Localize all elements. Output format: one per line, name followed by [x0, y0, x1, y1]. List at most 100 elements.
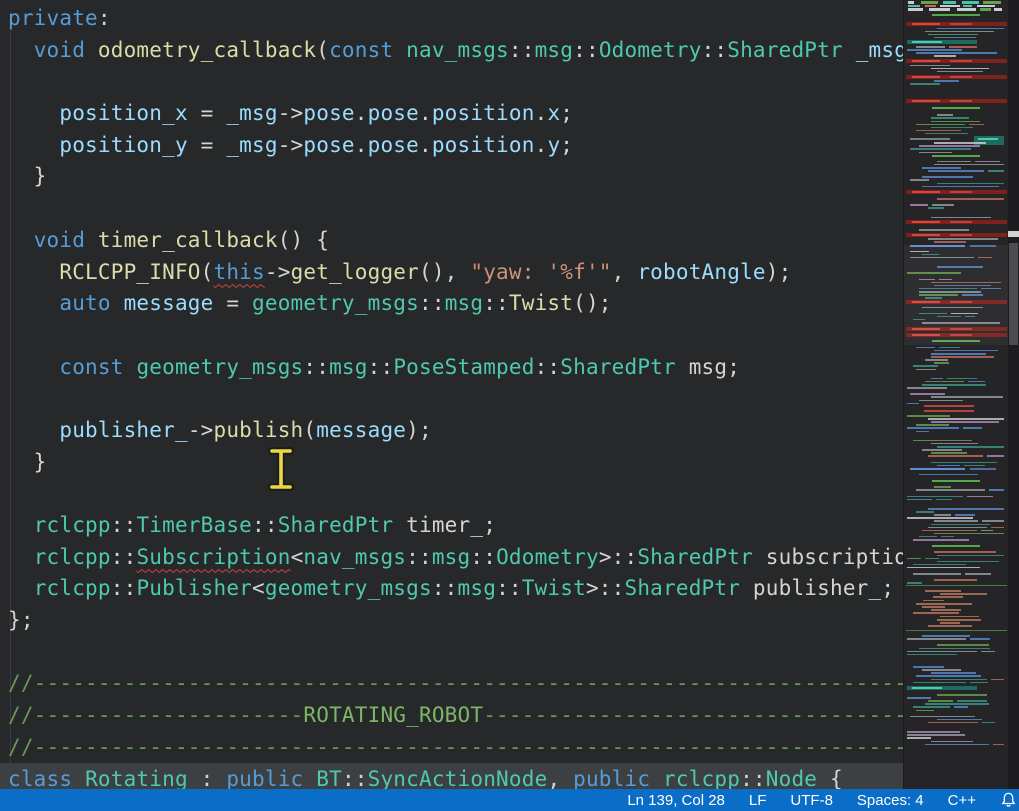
minimap-line	[916, 710, 934, 712]
code-line[interactable]: const geometry_msgs::msg::PoseStamped::S…	[0, 352, 903, 384]
minimap-line	[912, 191, 940, 193]
status-item-eol[interactable]: LF	[749, 792, 767, 809]
code-line[interactable]: rclcpp::Subscription<nav_msgs::msg::Odom…	[0, 542, 903, 574]
code-line[interactable]	[0, 478, 903, 510]
minimap-line	[916, 424, 949, 426]
code-line[interactable]	[0, 320, 903, 352]
minimap-line	[964, 465, 985, 467]
code-line[interactable]: auto message = geometry_msgs::msg::Twist…	[0, 288, 903, 320]
editor: private: void odometry_callback(const na…	[0, 0, 1019, 789]
minimap-line	[991, 527, 1004, 529]
minimap-line	[937, 561, 999, 563]
minimap-line	[962, 1, 980, 4]
minimap-line	[950, 100, 972, 102]
minimap-line	[982, 722, 995, 724]
code-line[interactable]: //---------------------ROTATING_ROBOT---…	[0, 700, 903, 732]
minimap-line	[950, 23, 972, 25]
minimap-line	[931, 462, 997, 464]
code-line[interactable]: rclcpp::TimerBase::SharedPtr timer_;	[0, 510, 903, 542]
minimap-line	[963, 427, 982, 429]
code-line[interactable]: rclcpp::Publisher<geometry_msgs::msg::Tw…	[0, 573, 903, 605]
minimap-line	[908, 5, 920, 8]
status-item-cursor-position[interactable]: Ln 139, Col 28	[627, 792, 725, 809]
code-line[interactable]: RCLCPP_INFO(this->get_logger(), "yaw: '%…	[0, 257, 903, 289]
minimap-line	[919, 145, 980, 147]
minimap-line	[965, 573, 992, 575]
minimap-line	[931, 117, 969, 119]
minimap-line	[937, 555, 1004, 557]
minimap-line	[913, 682, 966, 684]
status-item-encoding[interactable]: UTF-8	[790, 792, 833, 809]
code-line[interactable]: //--------------------------------------…	[0, 732, 903, 764]
minimap-line	[978, 138, 998, 140]
minimap-line	[913, 706, 950, 708]
minimap-line	[940, 622, 960, 624]
minimap-line	[913, 573, 961, 575]
code-line[interactable]	[0, 383, 903, 415]
minimap-line	[912, 41, 942, 43]
minimap-line	[940, 5, 960, 8]
status-item-language[interactable]: C++	[948, 792, 976, 809]
minimap-line	[907, 638, 966, 640]
minimap-line	[934, 142, 986, 144]
minimap-line	[931, 679, 987, 681]
minimap-line	[970, 468, 996, 470]
minimap-line	[910, 148, 971, 150]
code-area[interactable]: private: void odometry_callback(const na…	[0, 0, 903, 789]
minimap-line	[925, 744, 989, 746]
minimap-line	[913, 612, 959, 614]
minimap-line	[937, 694, 987, 696]
minimap-line	[916, 52, 997, 54]
code-line[interactable]: position_x = _msg->pose.pose.position.x;	[0, 98, 903, 130]
minimap-line	[907, 499, 932, 501]
minimap-line	[934, 55, 956, 57]
minimap-line	[925, 359, 948, 361]
minimap-line	[922, 635, 970, 637]
minimap-line	[928, 700, 953, 702]
scrollbar-thumb[interactable]	[1009, 243, 1018, 345]
minimap-line	[921, 1, 938, 4]
code-line[interactable]: }	[0, 161, 903, 193]
scrollbar[interactable]	[1008, 0, 1019, 789]
code-line[interactable]: position_y = _msg->pose.pose.position.y;	[0, 130, 903, 162]
code-line[interactable]: void timer_callback() {	[0, 225, 903, 257]
status-item-indentation[interactable]: Spaces: 4	[857, 792, 924, 809]
code-line[interactable]: void odometry_callback(const nav_msgs::m…	[0, 35, 903, 67]
code-line[interactable]: publisher_->publish(message);	[0, 415, 903, 447]
minimap-line	[928, 418, 1004, 420]
code-line[interactable]: };	[0, 605, 903, 637]
minimap-line	[906, 585, 1007, 586]
minimap-line	[934, 362, 949, 364]
minimap-line	[931, 68, 989, 70]
minimap-line	[981, 651, 995, 653]
code-line[interactable]	[0, 193, 903, 225]
minimap-line	[913, 440, 972, 442]
minimap-line	[936, 499, 952, 501]
notifications-bell-icon[interactable]	[1000, 791, 1017, 809]
minimap[interactable]	[903, 0, 1009, 789]
minimap-line	[922, 186, 999, 188]
minimap-line	[916, 369, 936, 371]
minimap-line	[939, 347, 960, 349]
minimap-line	[994, 8, 1001, 11]
minimap-line	[931, 421, 999, 423]
minimap-line	[934, 551, 996, 553]
code-line[interactable]: }	[0, 447, 903, 479]
status-bar: Ln 139, Col 28 LF UTF-8 Spaces: 4 C++	[0, 789, 1019, 811]
code-line[interactable]: private:	[0, 3, 903, 35]
minimap-line	[907, 403, 919, 405]
minimap-line	[928, 170, 984, 172]
minimap-slider[interactable]	[904, 245, 1009, 345]
minimap-line	[916, 511, 934, 513]
minimap-line	[919, 648, 990, 650]
minimap-line	[916, 603, 972, 605]
minimap-line	[924, 405, 974, 407]
code-line[interactable]	[0, 66, 903, 98]
code-line[interactable]: class Rotating : public BT::SyncActionNo…	[0, 764, 903, 790]
code-line[interactable]	[0, 637, 903, 669]
minimap-line	[975, 161, 999, 163]
minimap-line	[925, 590, 961, 592]
code-line[interactable]: //--------------------------------------…	[0, 668, 903, 700]
minimap-line	[991, 679, 1004, 681]
minimap-line	[937, 114, 953, 116]
